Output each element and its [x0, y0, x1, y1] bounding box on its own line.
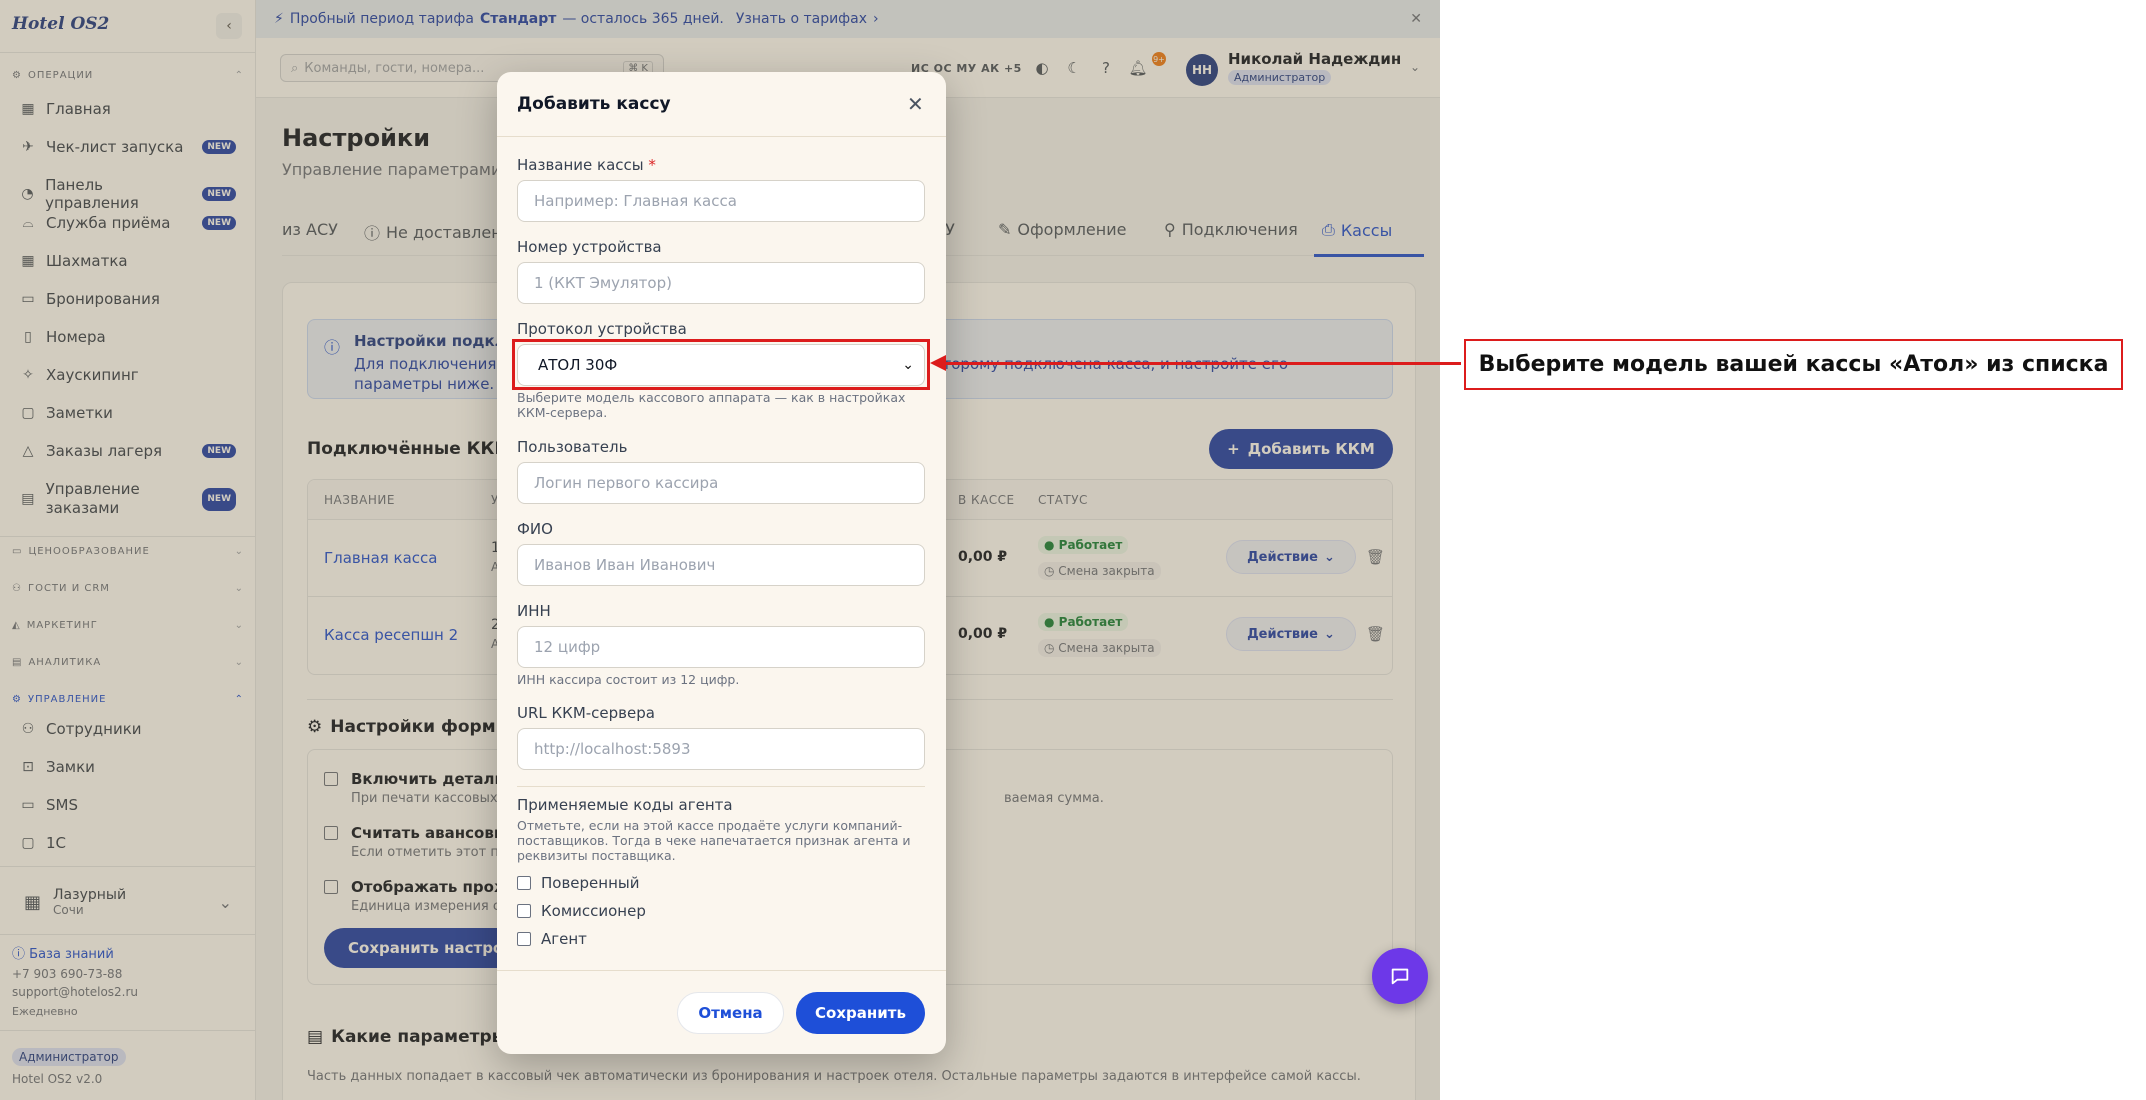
- annotation-callout: Выберите модель вашей кассы «Атол» из сп…: [1464, 339, 2123, 390]
- url-label: URL ККМ-сервера: [517, 704, 655, 722]
- close-icon[interactable]: ✕: [907, 92, 924, 116]
- agent-option-attorney[interactable]: Поверенный: [517, 874, 639, 892]
- chat-button[interactable]: [1372, 948, 1428, 1004]
- highlight-rectangle: [512, 339, 930, 390]
- fio-input[interactable]: Иванов Иван Иванович: [517, 544, 925, 586]
- checkbox[interactable]: [517, 932, 531, 946]
- inn-label: ИНН: [517, 602, 551, 620]
- kkm-url-input[interactable]: http://localhost:5893: [517, 728, 925, 770]
- agent-codes-title: Применяемые коды агента: [517, 796, 733, 814]
- divider: [497, 970, 946, 971]
- inn-input[interactable]: 12 цифр: [517, 626, 925, 668]
- register-name-input[interactable]: Например: Главная касса: [517, 180, 925, 222]
- modal-title: Добавить кассу: [517, 94, 671, 114]
- protocol-label: Протокол устройства: [517, 320, 687, 338]
- arrow-head-icon: [930, 355, 946, 371]
- divider: [517, 786, 925, 787]
- checkbox[interactable]: [517, 904, 531, 918]
- name-label: Название кассы *: [517, 156, 656, 174]
- agent-codes-help: Отметьте, если на этой кассе продаёте ус…: [517, 818, 911, 863]
- device-number-input[interactable]: 1 (ККТ Эмулятор): [517, 262, 925, 304]
- fio-label: ФИО: [517, 520, 553, 538]
- inn-help: ИНН кассира состоит из 12 цифр.: [517, 672, 740, 687]
- agent-option-commission[interactable]: Комиссионер: [517, 902, 646, 920]
- app-window: Hotel OS2 ‹ ⚙ ОПЕРАЦИИ ⌃ ▦ Главная ✈ Чек-лист…: [0, 0, 1440, 1100]
- checkbox[interactable]: [517, 876, 531, 890]
- cancel-button[interactable]: Отмена: [677, 992, 784, 1034]
- annotation-arrow: [943, 362, 1461, 365]
- agent-option-agent[interactable]: Агент: [517, 930, 587, 948]
- save-button[interactable]: Сохранить: [796, 992, 925, 1034]
- chat-icon: [1391, 968, 1409, 985]
- protocol-help: Выберите модель кассового аппарата — как…: [517, 390, 906, 420]
- add-register-modal: Добавить кассу ✕ Название кассы * Наприм…: [497, 72, 946, 1054]
- divider: [497, 136, 946, 137]
- user-label: Пользователь: [517, 438, 628, 456]
- user-login-input[interactable]: Логин первого кассира: [517, 462, 925, 504]
- device-label: Номер устройства: [517, 238, 662, 256]
